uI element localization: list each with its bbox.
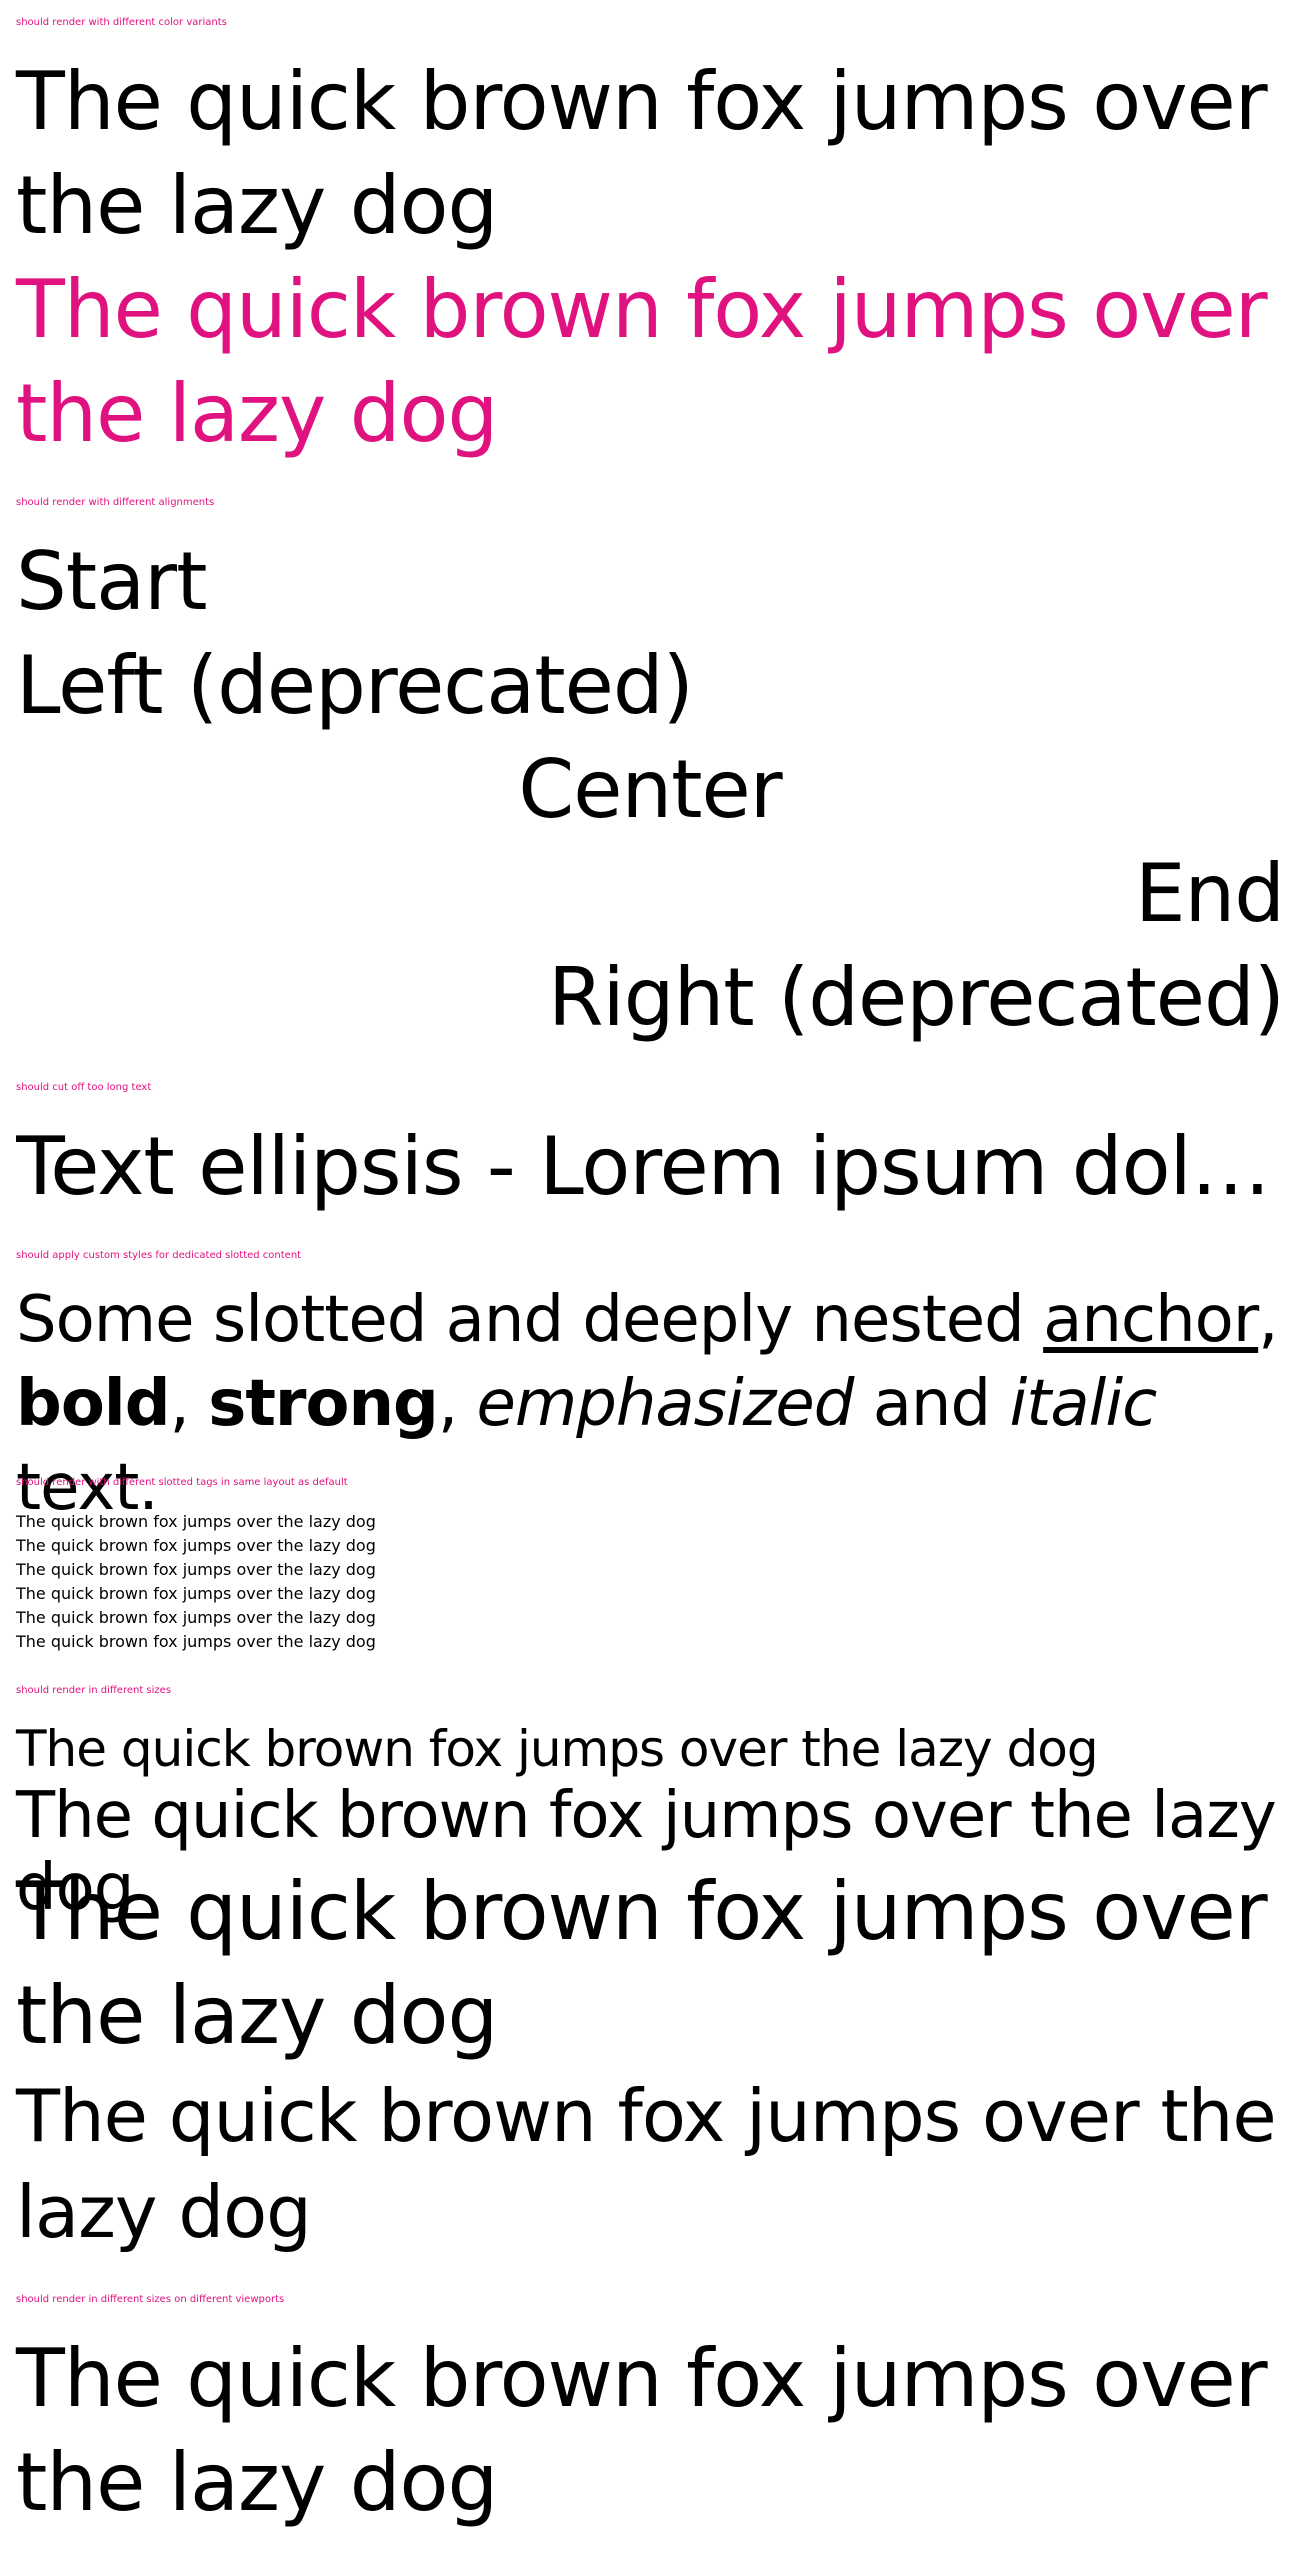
tag-line-h3: The quick brown fox jumps over the lazy … — [16, 1560, 376, 1579]
tag-line-h2: The quick brown fox jumps over the lazy … — [16, 1536, 376, 1555]
headline-default-color: The quick brown fox jumps over the lazy … — [16, 55, 1268, 252]
headline-size-xlarge: The quick brown fox jumps over the lazy … — [16, 2074, 1277, 2254]
tag-line-h5: The quick brown fox jumps over the lazy … — [16, 1608, 376, 1627]
section-label-sizes: should render in different sizes — [16, 1685, 172, 1696]
headline-align-end: End — [1134, 847, 1285, 940]
tag-line-h6: The quick brown fox jumps over the lazy … — [16, 1632, 376, 1651]
slotted-anchor-link[interactable]: anchor — [1043, 1283, 1259, 1357]
headline-slotted: Some slotted and deeply nested anchor, bo… — [16, 1278, 1284, 1530]
slotted-separator: , — [169, 1367, 209, 1441]
headline-size-small: The quick brown fox jumps over the lazy … — [16, 1720, 1099, 1778]
slotted-text-part: Some slotted and deeply nested — [16, 1283, 1044, 1357]
headline-viewport: The quick brown fox jumps over the lazy … — [16, 2332, 1268, 2529]
headline-align-right: Right (deprecated) — [547, 951, 1285, 1044]
slotted-italic: italic — [1009, 1367, 1157, 1441]
slotted-strong: strong — [208, 1367, 439, 1441]
section-label-ellipsis: should cut off too long text — [16, 1082, 152, 1093]
headline-align-center: Center — [518, 743, 782, 836]
section-label-viewports: should render in different sizes on diff… — [16, 2294, 285, 2305]
slotted-separator: , — [437, 1367, 477, 1441]
headline-align-start: Start — [16, 535, 207, 628]
headline-ellipsis: Text ellipsis - Lorem ipsum dolor sit am… — [16, 1120, 1284, 1213]
slotted-text-part: and — [853, 1367, 1010, 1441]
slotted-emphasized: emphasized — [476, 1367, 855, 1441]
headline-size-large: The quick brown fox jumps over the lazy … — [16, 1865, 1268, 2062]
section-label-color: should render with different color varia… — [16, 17, 227, 28]
tag-line-h4: The quick brown fox jumps over the lazy … — [16, 1584, 376, 1603]
section-label-align: should render with different alignments — [16, 497, 215, 508]
headline-accent-color: The quick brown fox jumps over the lazy … — [16, 263, 1268, 460]
slotted-bold: bold — [16, 1367, 171, 1441]
section-label-tags: should render with different slotted tag… — [16, 1477, 348, 1488]
slotted-separator: , — [1258, 1283, 1278, 1357]
tag-line-h1: The quick brown fox jumps over the lazy … — [16, 1512, 376, 1531]
headline-align-left: Left (deprecated) — [16, 639, 694, 732]
section-label-slotted: should apply custom styles for dedicated… — [16, 1250, 302, 1261]
